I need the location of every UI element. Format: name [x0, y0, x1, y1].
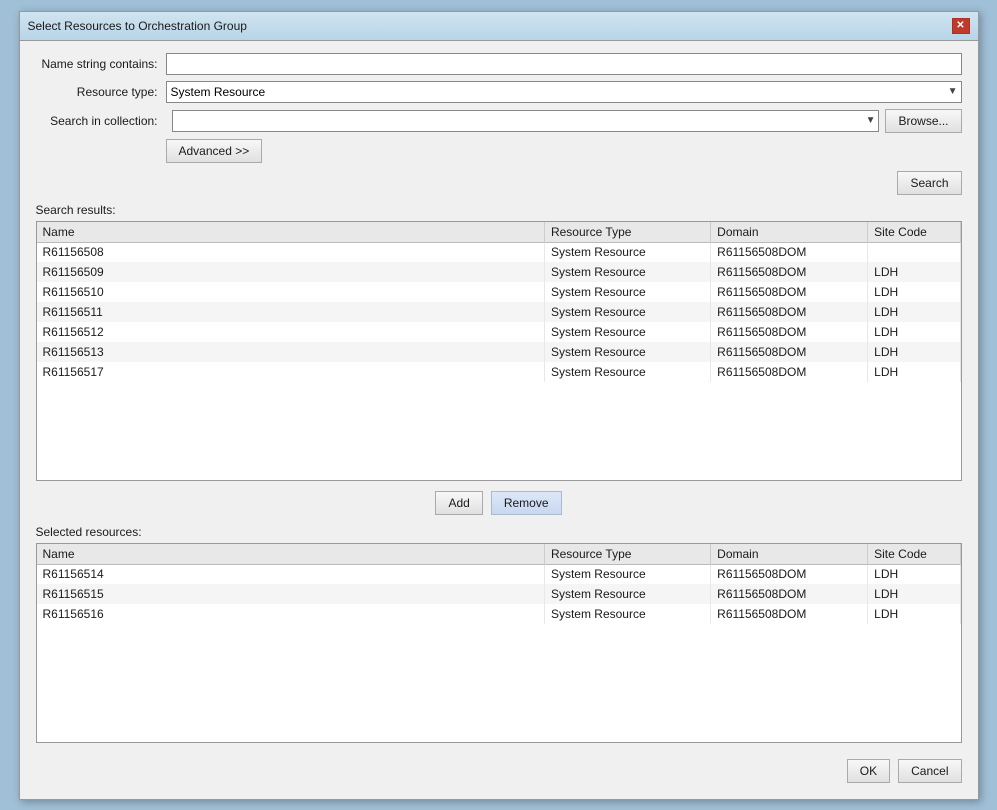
- col-header-name: Name: [37, 222, 545, 243]
- name-string-row: Name string contains:: [36, 53, 962, 75]
- cell-site-code: LDH: [868, 362, 960, 382]
- cell-name: R61156515: [37, 584, 545, 604]
- cell-domain: R61156508DOM: [711, 302, 868, 322]
- cell-resource-type: System Resource: [544, 242, 710, 262]
- table-row[interactable]: R61156517 System Resource R61156508DOM L…: [37, 362, 961, 382]
- resource-type-label: Resource type:: [36, 85, 166, 99]
- search-results-table: Name Resource Type Domain Site Code R611…: [37, 222, 961, 383]
- title-bar: Select Resources to Orchestration Group …: [20, 12, 978, 41]
- cell-name: R61156512: [37, 322, 545, 342]
- col-header-domain: Domain: [711, 222, 868, 243]
- add-remove-buttons-row: Add Remove: [36, 491, 962, 515]
- cell-resource-type: System Resource: [544, 262, 710, 282]
- name-string-label: Name string contains:: [36, 57, 166, 71]
- cell-site-code: LDH: [868, 322, 960, 342]
- search-results-tbody: R61156508 System Resource R61156508DOM R…: [37, 242, 961, 382]
- cell-resource-type: System Resource: [544, 604, 710, 624]
- dialog-container: Select Resources to Orchestration Group …: [19, 11, 979, 800]
- add-button[interactable]: Add: [435, 491, 482, 515]
- cell-resource-type: System Resource: [544, 362, 710, 382]
- col-header-resource-type: Resource Type: [544, 222, 710, 243]
- sel-col-header-name: Name: [37, 544, 545, 565]
- table-row[interactable]: R61156510 System Resource R61156508DOM L…: [37, 282, 961, 302]
- cell-domain: R61156508DOM: [711, 342, 868, 362]
- cell-site-code: LDH: [868, 282, 960, 302]
- name-string-input[interactable]: [166, 53, 962, 75]
- sel-col-header-domain: Domain: [711, 544, 868, 565]
- table-row[interactable]: R61156512 System Resource R61156508DOM L…: [37, 322, 961, 342]
- cell-domain: R61156508DOM: [711, 604, 868, 624]
- cell-name: R61156517: [37, 362, 545, 382]
- col-header-site-code: Site Code: [868, 222, 960, 243]
- table-row[interactable]: R61156516 System Resource R61156508DOM L…: [37, 604, 961, 624]
- advanced-button[interactable]: Advanced >>: [166, 139, 263, 163]
- table-row[interactable]: R61156511 System Resource R61156508DOM L…: [37, 302, 961, 322]
- search-button[interactable]: Search: [897, 171, 961, 195]
- cell-domain: R61156508DOM: [711, 282, 868, 302]
- selected-resources-label: Selected resources:: [36, 525, 962, 539]
- ok-button[interactable]: OK: [847, 759, 890, 783]
- collection-label: Search in collection:: [36, 114, 166, 128]
- cell-name: R61156510: [37, 282, 545, 302]
- dialog-title: Select Resources to Orchestration Group: [28, 19, 247, 33]
- collection-row: Search in collection: ▼ Browse...: [36, 109, 962, 133]
- cell-site-code: [868, 242, 960, 262]
- cell-domain: R61156508DOM: [711, 322, 868, 342]
- table-row[interactable]: R61156508 System Resource R61156508DOM: [37, 242, 961, 262]
- cell-resource-type: System Resource: [544, 584, 710, 604]
- cell-name: R61156509: [37, 262, 545, 282]
- cell-name: R61156514: [37, 564, 545, 584]
- collection-select-wrapper: ▼: [172, 110, 880, 132]
- cell-name: R61156516: [37, 604, 545, 624]
- table-row[interactable]: R61156515 System Resource R61156508DOM L…: [37, 584, 961, 604]
- selected-table-container: Name Resource Type Domain Site Code R611…: [36, 543, 962, 743]
- cell-resource-type: System Resource: [544, 564, 710, 584]
- resource-type-row: Resource type: System Resource ▼: [36, 81, 962, 103]
- dialog-body: Name string contains: Resource type: Sys…: [20, 41, 978, 799]
- cell-site-code: LDH: [868, 302, 960, 322]
- cell-name: R61156511: [37, 302, 545, 322]
- close-button[interactable]: ✕: [952, 18, 970, 34]
- cell-site-code: LDH: [868, 262, 960, 282]
- advanced-row: Advanced >>: [36, 139, 962, 163]
- search-row: Search: [36, 171, 962, 195]
- cell-resource-type: System Resource: [544, 302, 710, 322]
- resource-type-select-wrapper: System Resource ▼: [166, 81, 962, 103]
- cell-site-code: LDH: [868, 584, 960, 604]
- cell-resource-type: System Resource: [544, 342, 710, 362]
- cell-site-code: LDH: [868, 564, 960, 584]
- cancel-button[interactable]: Cancel: [898, 759, 961, 783]
- search-results-label: Search results:: [36, 203, 962, 217]
- table-row[interactable]: R61156514 System Resource R61156508DOM L…: [37, 564, 961, 584]
- selected-header-row: Name Resource Type Domain Site Code: [37, 544, 961, 565]
- selected-resources-tbody: R61156514 System Resource R61156508DOM L…: [37, 564, 961, 624]
- cell-domain: R61156508DOM: [711, 584, 868, 604]
- cell-name: R61156513: [37, 342, 545, 362]
- cell-site-code: LDH: [868, 604, 960, 624]
- cell-domain: R61156508DOM: [711, 262, 868, 282]
- table-row[interactable]: R61156513 System Resource R61156508DOM L…: [37, 342, 961, 362]
- cell-site-code: LDH: [868, 342, 960, 362]
- cell-name: R61156508: [37, 242, 545, 262]
- cell-domain: R61156508DOM: [711, 564, 868, 584]
- cell-resource-type: System Resource: [544, 322, 710, 342]
- sel-col-header-site-code: Site Code: [868, 544, 960, 565]
- search-results-table-container: Name Resource Type Domain Site Code R611…: [36, 221, 962, 481]
- cell-domain: R61156508DOM: [711, 242, 868, 262]
- sel-col-header-resource-type: Resource Type: [544, 544, 710, 565]
- collection-select[interactable]: [172, 110, 880, 132]
- footer-row: OK Cancel: [36, 753, 962, 787]
- table-row[interactable]: R61156509 System Resource R61156508DOM L…: [37, 262, 961, 282]
- selected-resources-table: Name Resource Type Domain Site Code R611…: [37, 544, 961, 625]
- cell-domain: R61156508DOM: [711, 362, 868, 382]
- resource-type-select[interactable]: System Resource: [166, 81, 962, 103]
- search-results-header-row: Name Resource Type Domain Site Code: [37, 222, 961, 243]
- cell-resource-type: System Resource: [544, 282, 710, 302]
- remove-button[interactable]: Remove: [491, 491, 562, 515]
- browse-button[interactable]: Browse...: [885, 109, 961, 133]
